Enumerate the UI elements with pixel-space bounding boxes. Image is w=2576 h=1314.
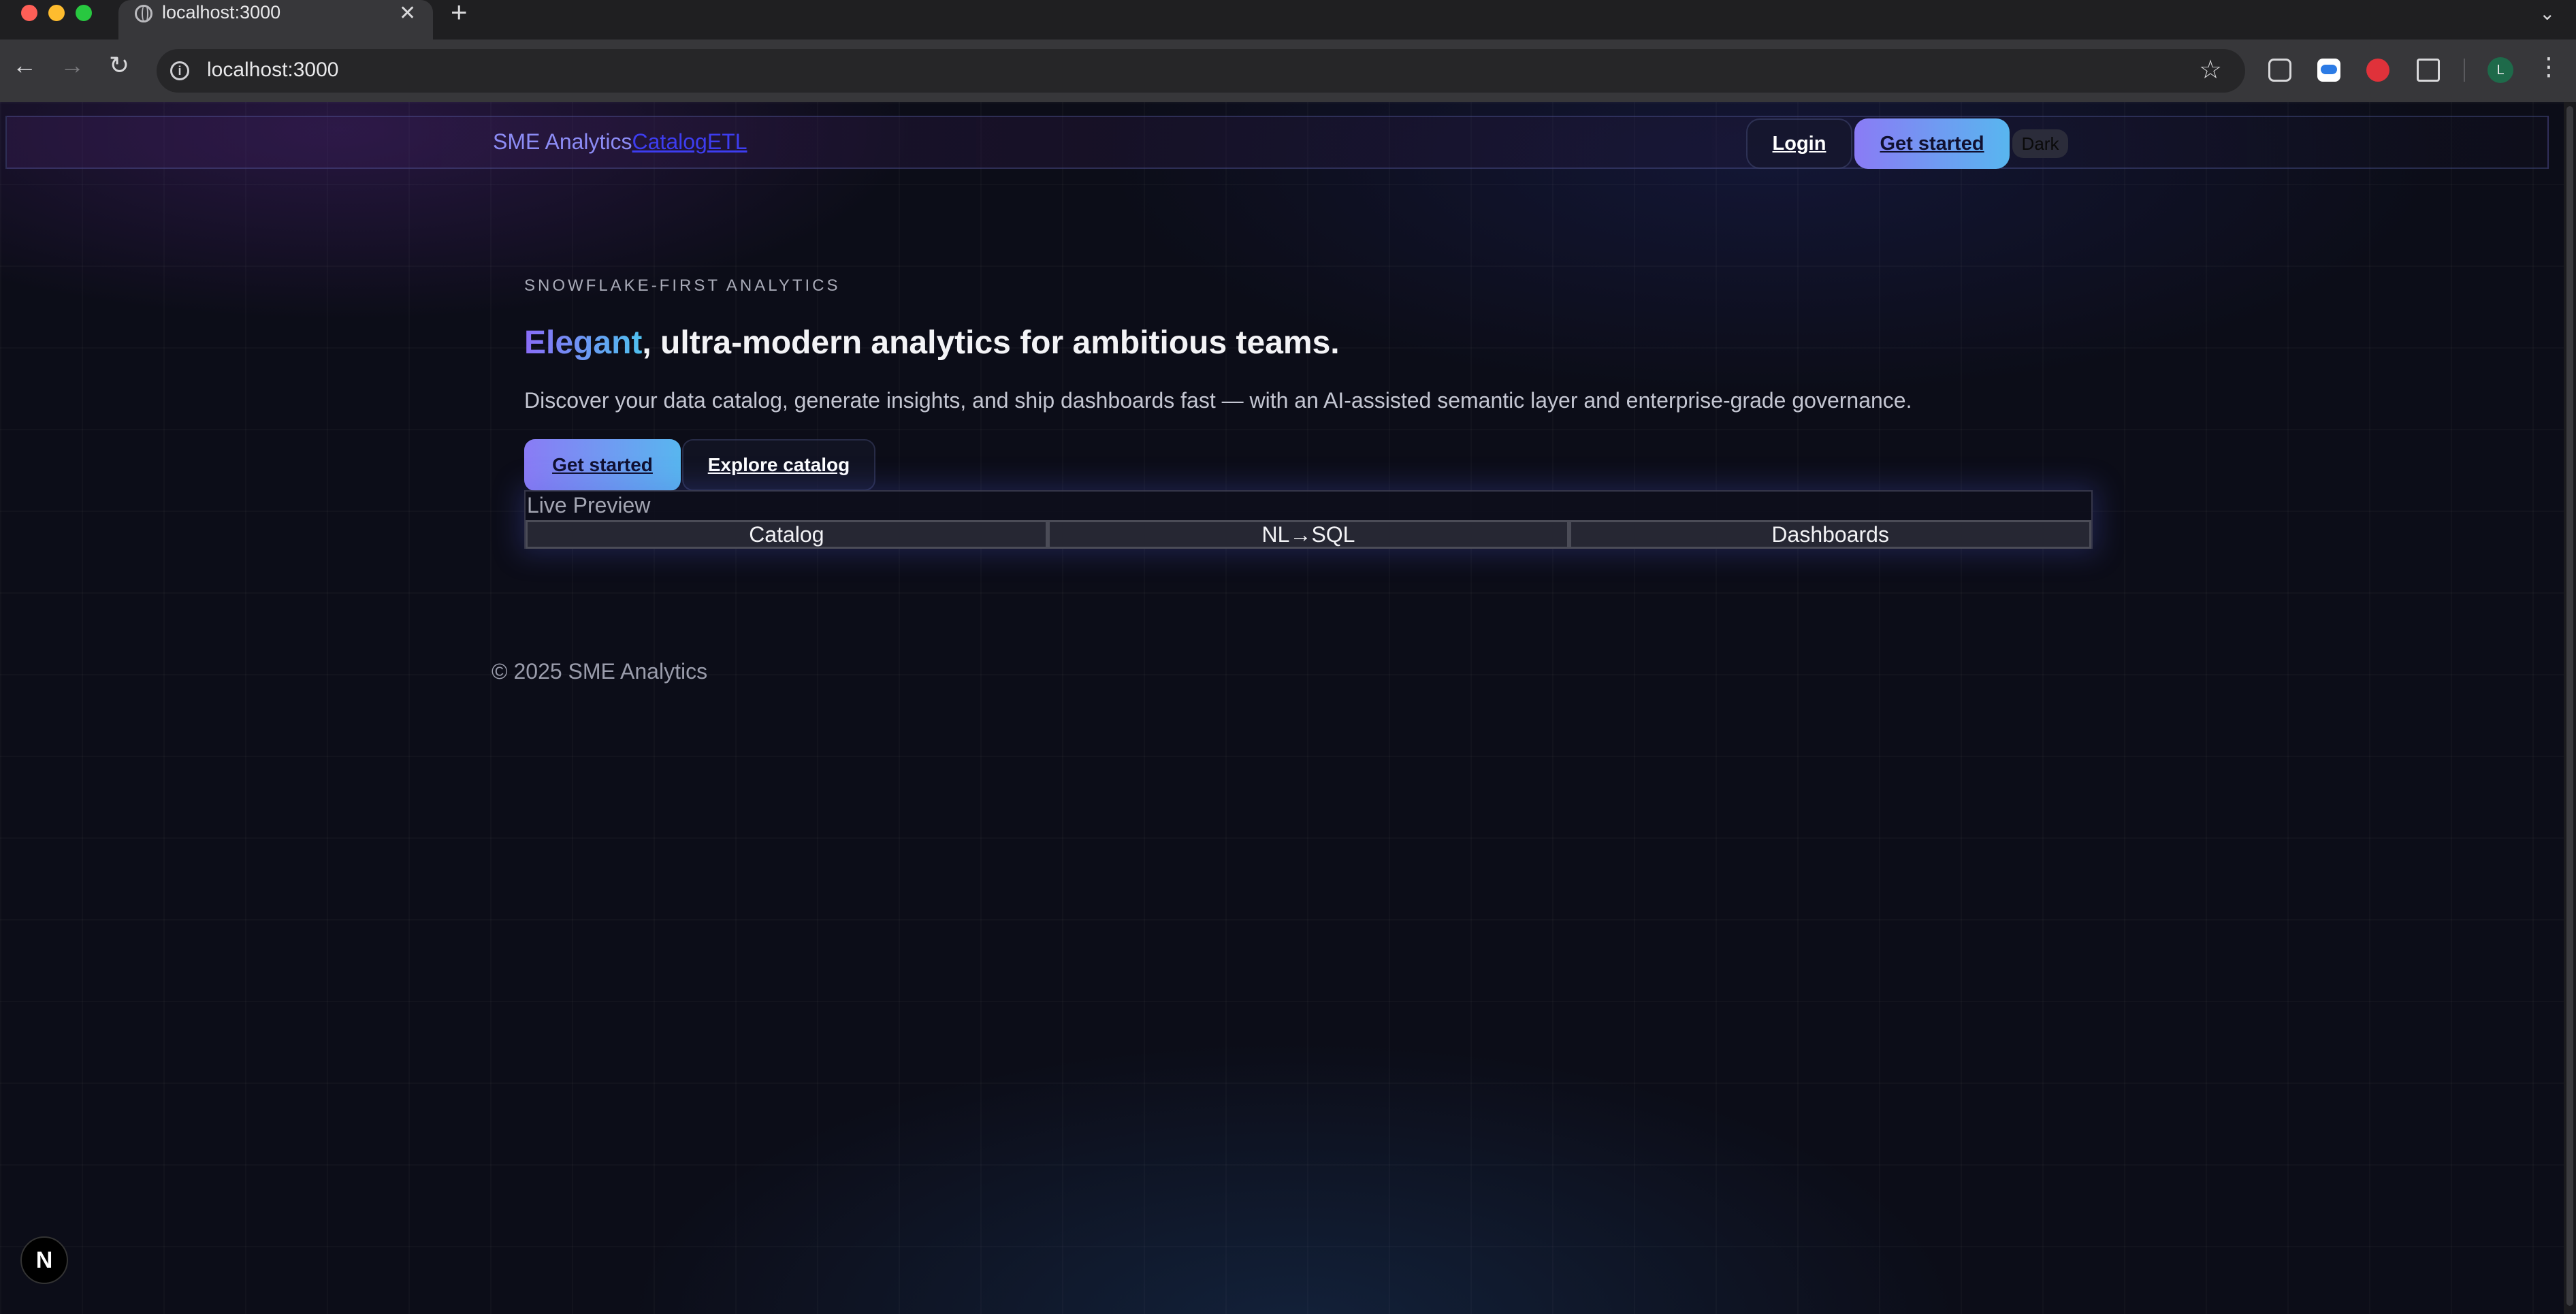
tab-search-chevron-icon[interactable]: ⌄ — [2539, 2, 2555, 25]
live-preview-panel: Live Preview Catalog NL→SQL Dashboards — [524, 490, 2093, 549]
cloud-extension-icon[interactable] — [2317, 59, 2340, 82]
headline-accent: Elegant — [524, 325, 643, 361]
tab-title: localhost:3000 — [162, 2, 281, 22]
extensions-puzzle-icon[interactable] — [2417, 59, 2440, 82]
reload-button[interactable]: ↻ — [109, 52, 129, 79]
preview-tab-catalog[interactable]: Catalog — [526, 520, 1048, 549]
browser-toolbar: ← → ↻ i localhost:3000 ☆ L ⋮ — [0, 39, 2576, 102]
grid-background — [0, 102, 2564, 1314]
browser-tab[interactable]: localhost:3000 ✕ — [118, 0, 433, 39]
close-tab-icon[interactable]: ✕ — [399, 1, 416, 25]
globe-icon — [135, 5, 152, 22]
toolbar-divider — [2464, 59, 2465, 82]
live-preview-title: Live Preview — [527, 493, 651, 517]
explore-catalog-button[interactable]: Explore catalog — [682, 439, 875, 491]
nav-link-etl[interactable]: ETL — [707, 129, 747, 155]
hero-subtext: Discover your data catalog, generate ins… — [524, 388, 1912, 413]
close-window-button[interactable] — [21, 5, 37, 21]
site-info-icon[interactable]: i — [170, 61, 189, 80]
browser-menu-icon[interactable]: ⋮ — [2537, 53, 2561, 80]
brand-logo-text[interactable]: SME Analytics — [493, 129, 632, 155]
page-scrollbar[interactable] — [2564, 102, 2576, 1314]
preview-tabs: Catalog NL→SQL Dashboards — [526, 520, 2092, 549]
hero-eyebrow: SNOWFLAKE-FIRST ANALYTICS — [524, 276, 841, 295]
site-header: SME Analytics Catalog ETL Login Get star… — [5, 116, 2549, 169]
extension-icon-1[interactable] — [2268, 59, 2291, 82]
header-nav: SME Analytics Catalog ETL — [493, 129, 747, 155]
page-viewport: SME Analytics Catalog ETL Login Get star… — [0, 102, 2564, 1314]
profile-avatar[interactable]: L — [2488, 57, 2513, 83]
back-button[interactable]: ← — [12, 52, 37, 79]
maximize-window-button[interactable] — [76, 5, 92, 21]
hero-get-started-button[interactable]: Get started — [524, 439, 681, 491]
hero-headline: Elegant, ultra-modern analytics for ambi… — [524, 324, 1340, 362]
theme-toggle-button[interactable]: Dark — [2012, 129, 2068, 158]
url-text[interactable]: localhost:3000 — [207, 59, 338, 82]
forward-button[interactable]: → — [60, 52, 84, 79]
minimize-window-button[interactable] — [48, 5, 65, 21]
nav-link-catalog[interactable]: Catalog — [632, 129, 707, 155]
preview-tab-nl-sql[interactable]: NL→SQL — [1047, 520, 1570, 549]
nextjs-dev-badge[interactable]: N — [20, 1236, 68, 1284]
header-get-started-button[interactable]: Get started — [1854, 118, 2010, 169]
new-tab-button[interactable]: + — [451, 0, 468, 27]
footer-copyright: © 2025 SME Analytics — [492, 659, 708, 684]
scrollbar-thumb[interactable] — [2566, 106, 2573, 1306]
preview-tab-dashboards[interactable]: Dashboards — [1569, 520, 2092, 549]
red-extension-icon[interactable] — [2366, 59, 2389, 82]
headline-rest: , ultra-modern analytics for ambitious t… — [642, 325, 1340, 361]
address-bar[interactable]: i localhost:3000 ☆ — [157, 49, 2245, 93]
bookmark-star-icon[interactable]: ☆ — [2199, 54, 2222, 85]
browser-tab-bar: localhost:3000 ✕ + ⌄ — [0, 0, 2576, 39]
login-button[interactable]: Login — [1746, 118, 1852, 169]
